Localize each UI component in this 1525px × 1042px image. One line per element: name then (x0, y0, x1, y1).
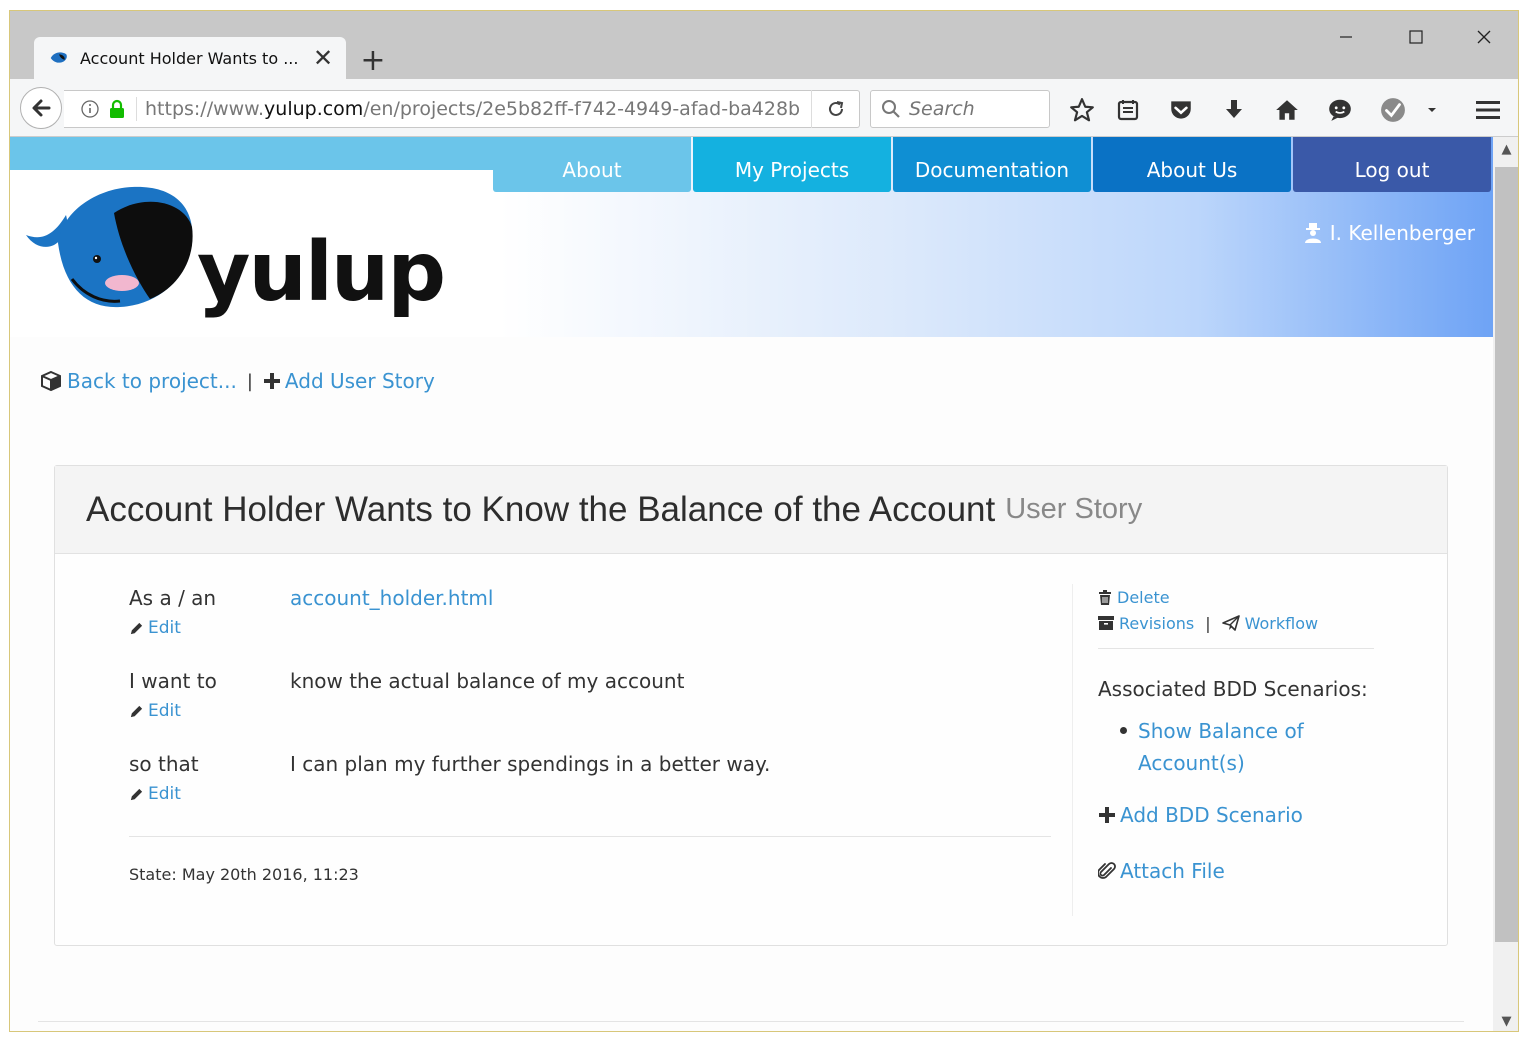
breadcrumb-separator: | (246, 370, 253, 392)
want-value: know the actual balance of my account (290, 669, 685, 693)
nav-about-us[interactable]: About Us (1093, 137, 1291, 192)
back-button[interactable] (20, 87, 62, 129)
bookmark-star-icon[interactable] (1068, 96, 1096, 124)
story-sidebar: Delete Revisions | Workflow Associated B… (1072, 584, 1376, 916)
scroll-up-icon[interactable]: ▲ (1493, 137, 1518, 161)
delete-link[interactable]: Delete (1117, 588, 1170, 607)
nav-documentation[interactable]: Documentation (893, 137, 1091, 192)
reload-icon (828, 101, 843, 116)
add-bdd-scenario-link[interactable]: Add BDD Scenario (1120, 803, 1303, 827)
attach-file-row: Attach File (1098, 859, 1376, 883)
story-fields: As a / an Edit account_holder.html I wan… (129, 586, 1051, 884)
header-bar (10, 137, 495, 170)
sidebar-separator: | (1205, 613, 1211, 633)
nav-log-out[interactable]: Log out (1293, 137, 1491, 192)
plus-icon (1099, 807, 1115, 823)
revisions-link[interactable]: Revisions (1119, 614, 1194, 633)
info-icon[interactable] (80, 99, 100, 119)
divider (1098, 648, 1374, 649)
user-story-card: Account Holder Wants to Know the Balance… (54, 465, 1448, 946)
lock-icon[interactable] (108, 99, 126, 119)
maximize-icon[interactable] (1386, 19, 1446, 55)
search-input[interactable] (909, 98, 1039, 120)
workflow-link[interactable]: Workflow (1245, 614, 1318, 633)
tab-title: Account Holder Wants to ... (80, 48, 299, 68)
page-scrollbar[interactable]: ▲ ▼ (1493, 137, 1518, 1031)
paper-plane-icon (1221, 615, 1240, 631)
whale-logo-icon[interactable] (24, 183, 199, 313)
pencil-icon (130, 788, 143, 800)
so-that-value: I can plan my further spendings in a bet… (290, 752, 771, 776)
associated-scenarios-label: Associated BDD Scenarios: (1098, 677, 1368, 701)
site-header: About My Projects Documentation About Us… (10, 137, 1493, 337)
delete-row: Delete (1098, 584, 1376, 610)
attach-file-link[interactable]: Attach File (1120, 859, 1225, 883)
associated-scenarios: Associated BDD Scenarios: Show Balance o… (1098, 677, 1376, 779)
back-to-project-link[interactable]: Back to project... (67, 369, 237, 393)
url-text[interactable]: https://www.yulup.com/en/projects/2e5b82… (137, 98, 811, 120)
extension-dropdown-icon[interactable] (1418, 96, 1446, 124)
scenario-link[interactable]: Show Balance of Account(s) (1120, 715, 1318, 779)
scroll-thumb[interactable] (1495, 167, 1518, 942)
revisions-row: Revisions | Workflow (1098, 610, 1376, 636)
url-bar[interactable]: https://www.yulup.com/en/projects/2e5b82… (64, 90, 860, 128)
add-user-story-link[interactable]: Add User Story (285, 369, 435, 393)
download-icon[interactable] (1220, 96, 1248, 124)
tab-strip: Account Holder Wants to ... ✕ + (10, 11, 1518, 79)
paperclip-icon (1098, 862, 1116, 879)
story-row-so-that: so that Edit I can plan my further spend… (129, 752, 1051, 835)
logo-text[interactable]: yulup (197, 232, 446, 314)
cube-icon (41, 370, 61, 392)
divider (129, 836, 1051, 837)
bookmarks-menu-icon[interactable] (1114, 96, 1142, 124)
story-row-role: As a / an Edit account_holder.html (129, 586, 1051, 669)
state-timestamp: State: May 20th 2016, 11:23 (129, 865, 359, 884)
tab-close-icon[interactable]: ✕ (306, 41, 340, 75)
user-profile[interactable]: I. Kellenberger (1304, 221, 1475, 245)
pocket-icon[interactable] (1167, 96, 1195, 124)
hamburger-menu-icon[interactable] (1474, 96, 1502, 124)
edit-want-link[interactable]: Edit (129, 701, 290, 721)
search-icon (882, 100, 900, 118)
reload-button[interactable] (811, 90, 859, 128)
trash-icon (1099, 589, 1111, 605)
scroll-down-icon[interactable]: ▼ (1493, 1009, 1518, 1031)
navigation-toolbar: https://www.yulup.com/en/projects/2e5b82… (10, 79, 1518, 137)
scenario-list: Show Balance of Account(s) (1120, 715, 1376, 779)
feedback-icon[interactable] (1326, 96, 1354, 124)
main-navigation: About My Projects Documentation About Us… (493, 137, 1493, 192)
home-icon[interactable] (1273, 96, 1301, 124)
user-name: I. Kellenberger (1329, 221, 1475, 245)
window-close-icon[interactable] (1454, 19, 1514, 55)
minimize-icon[interactable] (1316, 19, 1376, 55)
search-bar[interactable] (870, 90, 1050, 128)
page-title: Account Holder Wants to Know the Balance… (86, 489, 996, 529)
pencil-icon (130, 622, 143, 634)
archive-icon (1098, 616, 1114, 630)
add-bdd-scenario-row: Add BDD Scenario (1098, 803, 1376, 827)
row-label: I want to (129, 669, 217, 693)
pencil-icon (130, 705, 143, 717)
browser-tab[interactable]: Account Holder Wants to ... ✕ (34, 37, 346, 79)
row-label: so that (129, 752, 199, 776)
breadcrumb: Back to project... | Add User Story (40, 369, 435, 393)
extension-check-icon[interactable] (1379, 96, 1407, 124)
back-arrow-icon (32, 99, 51, 117)
row-label: As a / an (129, 586, 217, 610)
new-tab-icon[interactable]: + (356, 43, 390, 78)
browser-window: Account Holder Wants to ... ✕ + https://… (9, 10, 1519, 1032)
nav-about[interactable]: About (493, 137, 691, 192)
role-link[interactable]: account_holder.html (290, 586, 493, 669)
user-icon (1304, 223, 1321, 243)
footer-divider (38, 1021, 1464, 1022)
edit-so-that-link[interactable]: Edit (129, 784, 290, 804)
whale-favicon-icon (50, 52, 67, 63)
nav-my-projects[interactable]: My Projects (693, 137, 891, 192)
page-viewport: About My Projects Documentation About Us… (10, 137, 1493, 1031)
card-header: Account Holder Wants to Know the Balance… (55, 466, 1447, 554)
plus-icon (263, 373, 280, 389)
story-row-want: I want to Edit know the actual balance o… (129, 669, 1051, 752)
edit-role-link[interactable]: Edit (129, 618, 290, 638)
page-subtitle: User Story (1005, 493, 1143, 525)
